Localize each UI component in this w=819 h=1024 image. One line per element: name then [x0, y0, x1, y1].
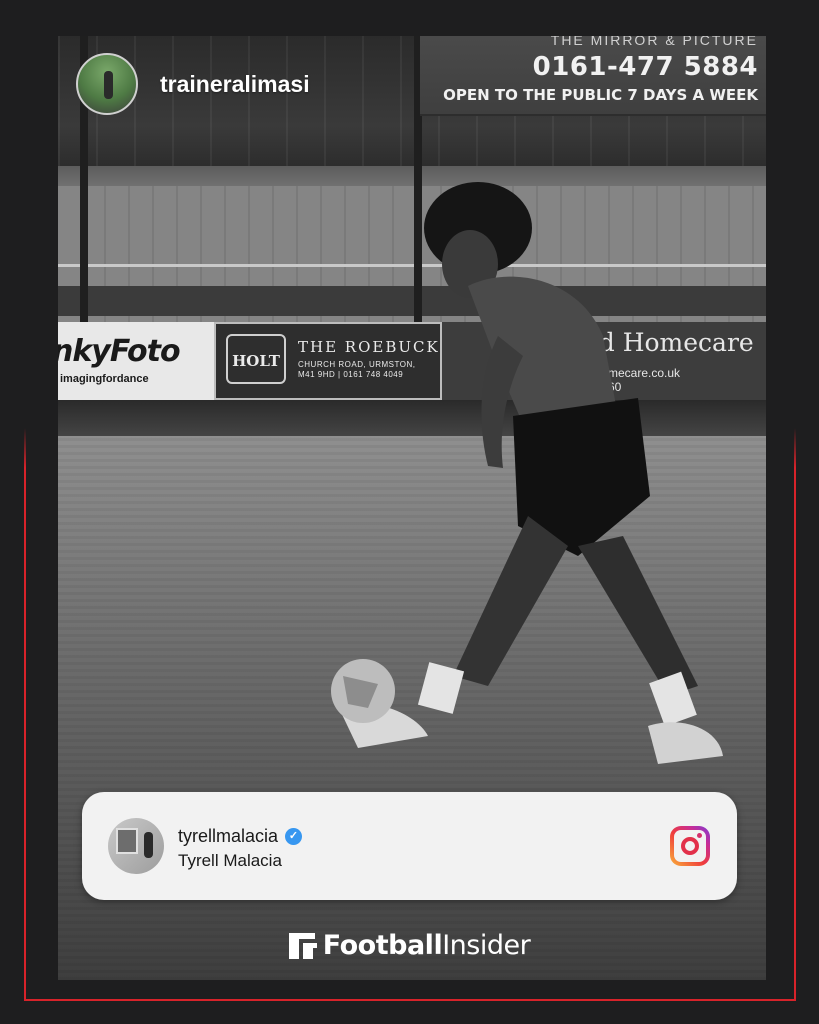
instagram-icon[interactable] — [670, 826, 710, 866]
account-username[interactable]: tyrellmalacia — [178, 826, 278, 847]
football-insider-logo: Football Insider — [0, 930, 819, 961]
account-avatar[interactable] — [108, 818, 164, 874]
verified-badge-icon: ✓ — [285, 828, 303, 845]
account-username-row[interactable]: tyrellmalacia ✓ — [178, 826, 303, 847]
author-handle[interactable]: traineralimasi — [160, 71, 310, 98]
player-right-boot — [648, 722, 723, 764]
player-left-sock — [417, 662, 465, 714]
instagram-account-card[interactable]: tyrellmalacia ✓ Tyrell Malacia — [82, 792, 737, 900]
player-left-leg — [453, 516, 568, 686]
post-author[interactable]: traineralimasi — [76, 52, 310, 116]
football-insider-mark-icon — [288, 931, 317, 961]
account-full-name: Tyrell Malacia — [178, 851, 282, 870]
author-avatar[interactable] — [76, 53, 138, 115]
